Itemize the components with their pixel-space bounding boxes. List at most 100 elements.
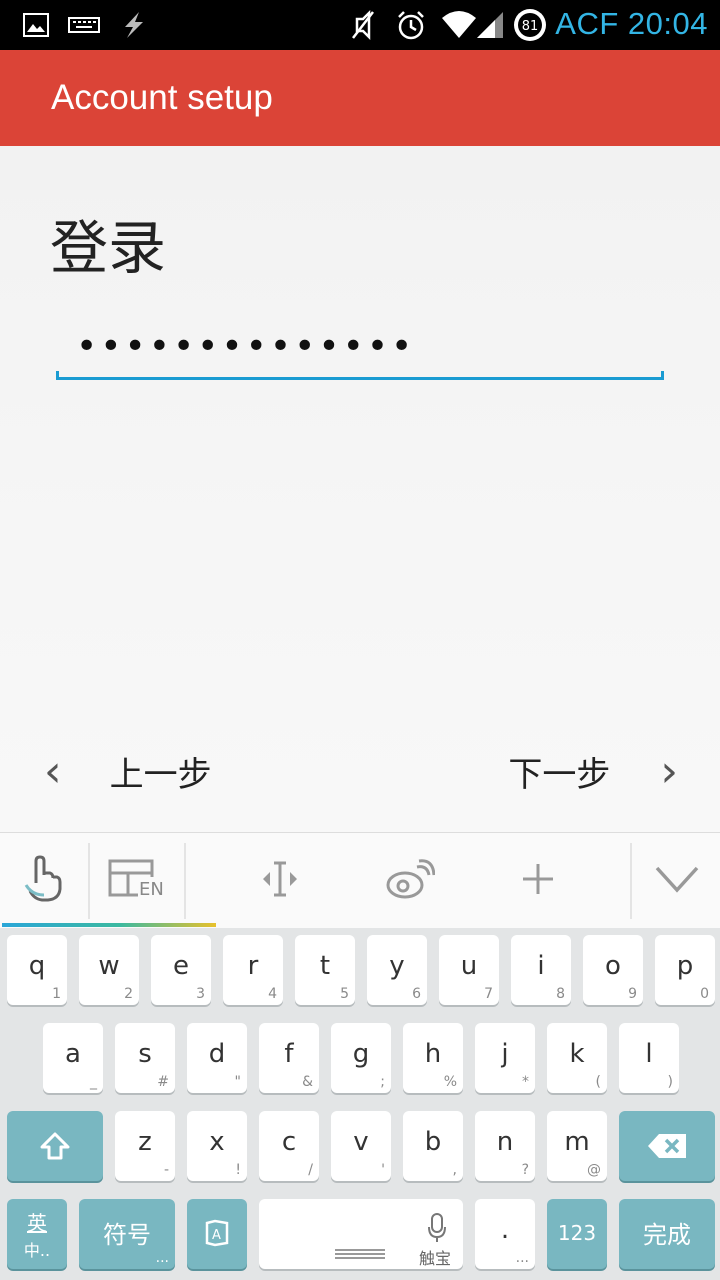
- password-field[interactable]: ••••••••••••••: [56, 316, 664, 380]
- key-t[interactable]: t5: [295, 935, 355, 1005]
- key-s[interactable]: s #: [115, 1023, 175, 1093]
- key-f[interactable]: f &: [259, 1023, 319, 1093]
- space-bar-icon: [335, 1249, 385, 1251]
- alarm-icon: [394, 8, 428, 42]
- svg-text:A: A: [212, 1228, 221, 1243]
- key-label: q: [28, 951, 46, 981]
- number-label: 123: [557, 1221, 597, 1245]
- key-label: s: [138, 1039, 152, 1069]
- period-label: .: [500, 1215, 510, 1245]
- key-label: o: [605, 951, 621, 981]
- key-secondary-label: 6: [412, 986, 421, 1002]
- key-m[interactable]: m @: [547, 1111, 607, 1181]
- key-secondary-label: #: [157, 1074, 169, 1090]
- key-secondary-label: 7: [484, 986, 493, 1002]
- usb-debug-icon: [116, 8, 150, 42]
- key-k[interactable]: k(: [547, 1023, 607, 1093]
- carrier-label: ACF: [555, 6, 619, 41]
- key-z[interactable]: z-: [115, 1111, 175, 1181]
- key-p[interactable]: p0: [655, 935, 715, 1005]
- key-secondary-label: 0: [700, 986, 709, 1002]
- key-n[interactable]: n?: [475, 1111, 535, 1181]
- key-label: v: [353, 1127, 369, 1157]
- key-d[interactable]: d ": [187, 1023, 247, 1093]
- cursor-move-icon[interactable]: [230, 833, 330, 925]
- key-e[interactable]: e3: [151, 935, 211, 1005]
- lang-zh-label: 中..: [23, 1241, 51, 1260]
- handwriting-icon: A: [205, 1219, 229, 1247]
- key-label: r: [247, 951, 259, 981]
- key-x[interactable]: x!: [187, 1111, 247, 1181]
- shift-icon: [40, 1132, 70, 1160]
- key-label: h: [424, 1039, 442, 1069]
- shift-key[interactable]: [7, 1111, 103, 1181]
- number-key[interactable]: 123: [547, 1199, 607, 1269]
- key-secondary-label: ;: [380, 1074, 385, 1090]
- key-b[interactable]: b,: [403, 1111, 463, 1181]
- svg-text:81: 81: [522, 19, 539, 34]
- key-label: t: [319, 951, 331, 981]
- app-bar: Account setup: [0, 50, 720, 146]
- battery-icon: 81: [512, 8, 548, 42]
- key-label: y: [389, 951, 405, 981]
- key-secondary-label: @: [587, 1162, 601, 1178]
- key-label: b: [424, 1127, 442, 1157]
- key-j[interactable]: j *: [475, 1023, 535, 1093]
- symbols-key[interactable]: 符号 ...: [79, 1199, 175, 1269]
- signal-icon: [474, 8, 506, 42]
- key-u[interactable]: u7: [439, 935, 499, 1005]
- key-y[interactable]: y6: [367, 935, 427, 1005]
- key-i[interactable]: i8: [511, 935, 571, 1005]
- key-w[interactable]: w2: [79, 935, 139, 1005]
- toolbar-indicator: [2, 923, 216, 927]
- period-sub: ...: [515, 1250, 529, 1266]
- key-secondary-label: ?: [521, 1162, 529, 1178]
- weibo-icon[interactable]: [360, 833, 460, 925]
- page-title: Account setup: [51, 78, 273, 117]
- done-label: 完成: [643, 1221, 691, 1249]
- input-mode-key[interactable]: A: [187, 1199, 247, 1269]
- key-secondary-label: 4: [268, 986, 277, 1002]
- key-label: m: [564, 1127, 590, 1157]
- collapse-keyboard-icon[interactable]: [634, 833, 720, 925]
- voice-label: 触宝: [419, 1249, 452, 1268]
- key-label: i: [537, 951, 545, 981]
- next-label: 下一步: [508, 754, 611, 795]
- key-label: d: [208, 1039, 226, 1069]
- key-q[interactable]: q1: [7, 935, 67, 1005]
- key-label: a: [65, 1039, 81, 1069]
- status-bar: 81 ACF 20:04: [0, 0, 720, 50]
- language-switch-key[interactable]: 英 中..: [7, 1199, 67, 1269]
- key-c[interactable]: c /: [259, 1111, 319, 1181]
- input-underline: [56, 371, 664, 380]
- symbols-label: 符号: [103, 1221, 151, 1249]
- svg-text:EN: EN: [139, 879, 164, 899]
- key-r[interactable]: r4: [223, 935, 283, 1005]
- plus-icon[interactable]: [488, 833, 588, 925]
- next-button[interactable]: 下一步 ›: [508, 741, 678, 801]
- key-label: g: [352, 1039, 370, 1069]
- backspace-key[interactable]: [619, 1111, 715, 1181]
- toolbar-divider: [88, 843, 90, 919]
- space-key[interactable]: 触宝: [259, 1199, 463, 1269]
- done-key[interactable]: 完成: [619, 1199, 715, 1269]
- key-v[interactable]: v ': [331, 1111, 391, 1181]
- chevron-left-icon: ‹: [44, 745, 62, 797]
- period-key[interactable]: . ...: [475, 1199, 535, 1269]
- key-h[interactable]: h%: [403, 1023, 463, 1093]
- wifi-icon: [440, 8, 478, 42]
- key-secondary-label: 9: [628, 986, 637, 1002]
- back-button[interactable]: ‹ 上一步: [44, 741, 212, 801]
- layout-en-icon[interactable]: EN: [92, 833, 184, 925]
- key-label: x: [209, 1127, 225, 1157]
- key-g[interactable]: g;: [331, 1023, 391, 1093]
- microphone-icon: [428, 1213, 446, 1242]
- key-a[interactable]: a _: [43, 1023, 103, 1093]
- gesture-icon[interactable]: [0, 833, 88, 925]
- key-o[interactable]: o9: [583, 935, 643, 1005]
- key-l[interactable]: l): [619, 1023, 679, 1093]
- key-label: z: [138, 1127, 152, 1157]
- image-icon: [22, 8, 50, 42]
- key-label: c: [281, 1127, 297, 1157]
- key-label: u: [460, 951, 478, 981]
